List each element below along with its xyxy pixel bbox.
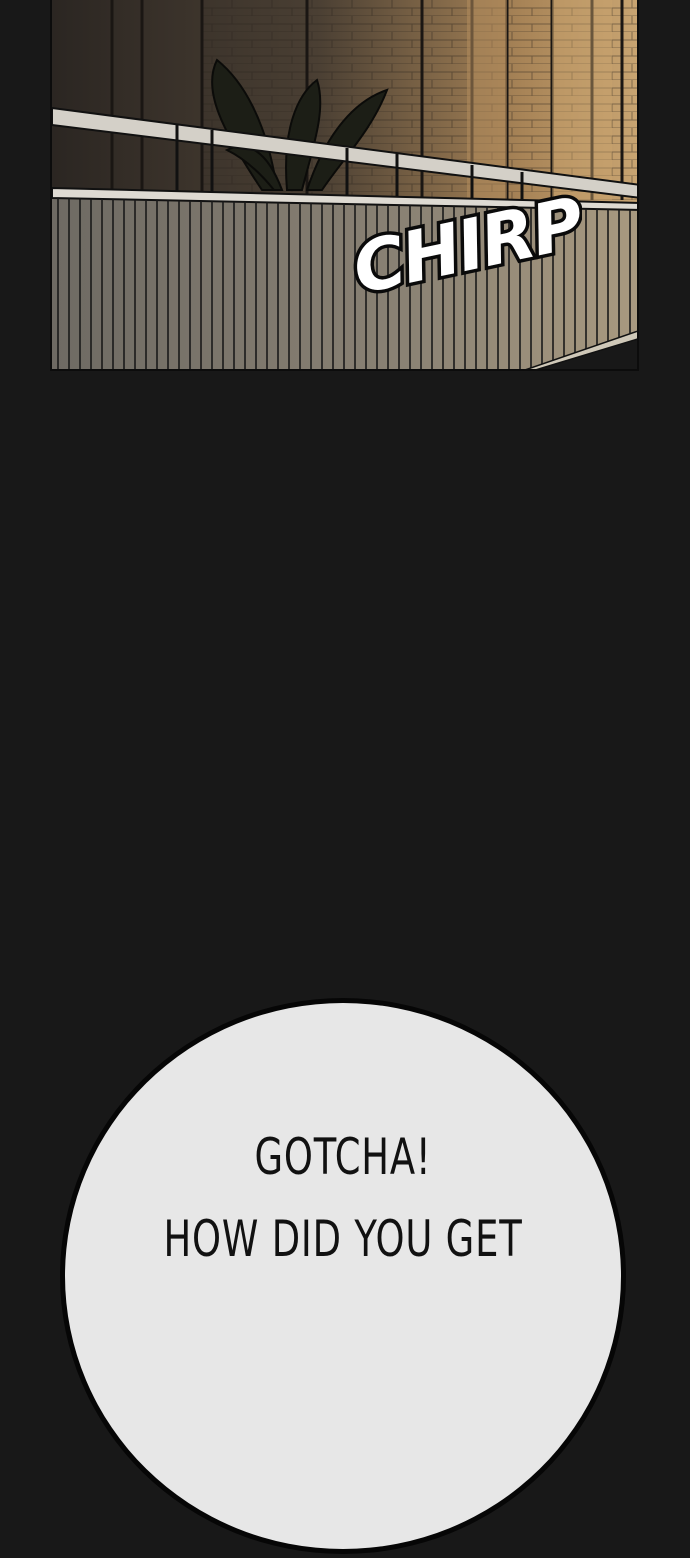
speech-line-2: HOW DID YOU GET [163, 1210, 523, 1268]
speech-bubble-shape [60, 998, 626, 1554]
speech-bubble: GOTCHA! HOW DID YOU GET [60, 998, 630, 1558]
sfx-chirp-text: CHIRP [352, 181, 582, 308]
sfx-chirp: CHIRP [352, 178, 582, 308]
speech-line-1: GOTCHA! [254, 1128, 432, 1186]
